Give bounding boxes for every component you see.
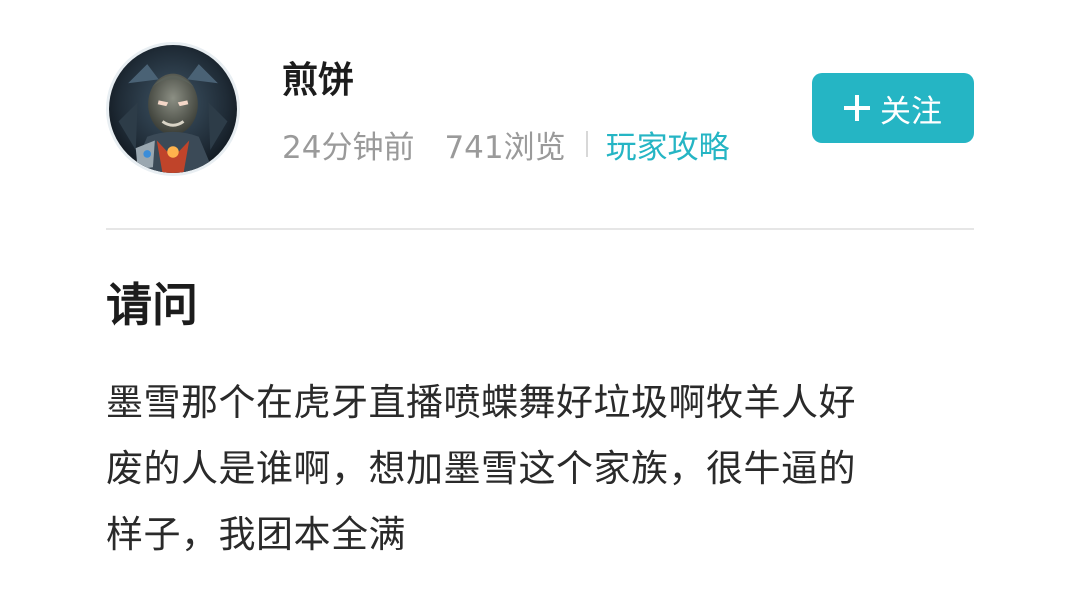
post-title: 请问	[106, 278, 198, 332]
robot-avatar-icon	[109, 45, 237, 173]
post-page: 煎饼 24分钟前 741浏览 玩家攻略 关注 请问 墨雪那个在虎牙直播喷蝶舞好垃…	[0, 0, 1080, 610]
post-body-line: 墨雪那个在虎牙直播喷蝶舞好垃圾啊牧羊人好	[106, 381, 856, 424]
view-count: 741浏览	[444, 129, 566, 166]
post-body-line: 样子，我团本全满	[106, 513, 406, 556]
meta-divider	[585, 131, 588, 157]
post-body: 墨雪那个在虎牙直播喷蝶舞好垃圾啊牧羊人好 废的人是谁啊，想加墨雪这个家族，很牛逼…	[106, 370, 980, 568]
author-name[interactable]: 煎饼	[282, 58, 354, 104]
post-time: 24分钟前	[282, 129, 415, 166]
author-avatar[interactable]	[106, 42, 240, 176]
plus-icon	[844, 95, 870, 121]
follow-button-label: 关注	[880, 93, 942, 130]
post-meta: 24分钟前 741浏览 玩家攻略	[282, 122, 730, 166]
header-divider	[106, 228, 974, 230]
category-link[interactable]: 玩家攻略	[606, 122, 730, 167]
post-body-line: 废的人是谁啊，想加墨雪这个家族，很牛逼的	[106, 447, 856, 490]
follow-button[interactable]: 关注	[812, 73, 974, 143]
